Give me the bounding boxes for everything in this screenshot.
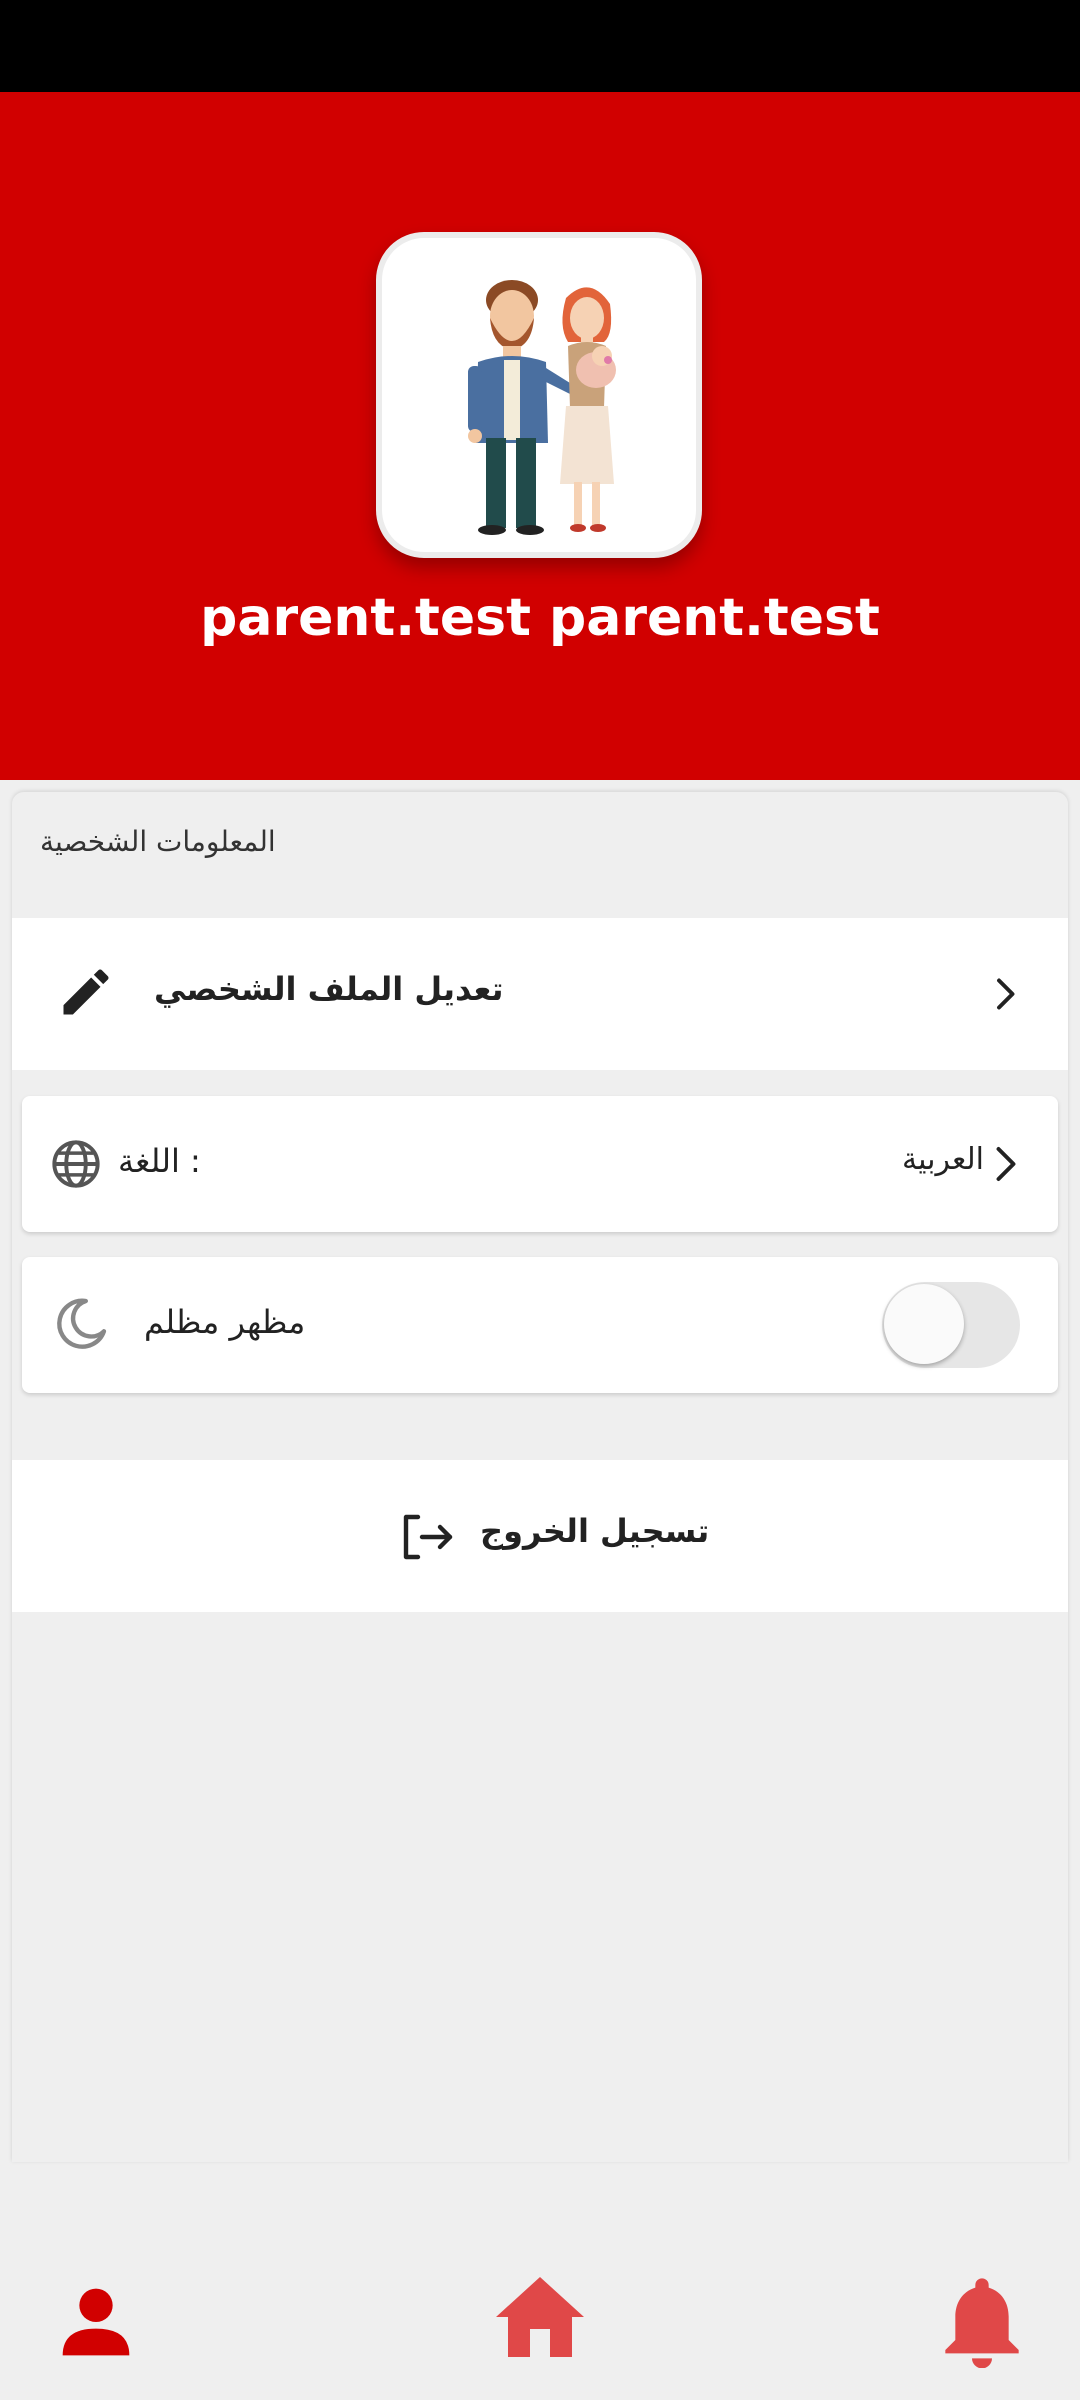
dark-mode-toggle[interactable] xyxy=(882,1282,1020,1368)
edit-profile-label: تعديل الملف الشخصي xyxy=(154,970,504,1008)
logout-button[interactable]: تسجيل الخروج xyxy=(12,1460,1068,1612)
language-row[interactable]: : اللغة العربية xyxy=(22,1096,1058,1232)
section-title-personal-info: المعلومات الشخصية xyxy=(40,825,276,858)
bell-icon[interactable] xyxy=(942,2272,1022,2368)
language-value: العربية xyxy=(902,1142,984,1177)
chevron-right-icon xyxy=(997,978,1015,1010)
person-icon[interactable] xyxy=(56,2280,136,2364)
home-icon[interactable] xyxy=(492,2272,588,2362)
pencil-icon xyxy=(63,969,109,1015)
chevron-right-icon xyxy=(996,1147,1016,1181)
language-label: : اللغة xyxy=(118,1142,201,1180)
moon-icon xyxy=(57,1298,107,1349)
logout-icon xyxy=(403,1514,453,1560)
bottom-navigation xyxy=(0,2262,1080,2400)
status-bar xyxy=(0,0,1080,92)
parents-illustration-icon xyxy=(468,280,616,535)
dark-mode-row: مظهر مظلم xyxy=(22,1257,1058,1393)
logout-label: تسجيل الخروج xyxy=(480,1512,710,1550)
toggle-knob[interactable] xyxy=(884,1284,964,1364)
avatar xyxy=(376,232,702,558)
dark-mode-label: مظهر مظلم xyxy=(144,1303,306,1341)
globe-icon xyxy=(52,1140,100,1188)
user-name: parent.test parent.test xyxy=(200,588,880,648)
edit-profile-row[interactable]: تعديل الملف الشخصي xyxy=(12,918,1068,1070)
